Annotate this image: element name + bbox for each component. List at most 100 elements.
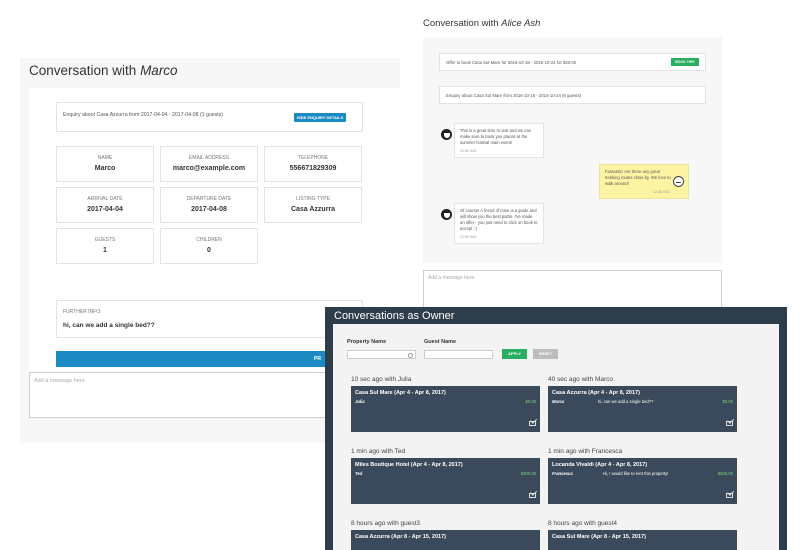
conversation-card[interactable]: Locanda Vivaldi (Apr 4 - Apr 8, 2017) Fr… <box>548 458 737 504</box>
field-value: 556671829309 <box>289 165 337 172</box>
field-value: 0 <box>207 247 211 254</box>
conversation-card[interactable]: Miles Boutique Hotel (Apr 4 - Apr 8, 201… <box>351 458 540 504</box>
message-bubble: This is a great time to visit and we can… <box>454 123 544 158</box>
info-listing-type: LISTING TYPE Casa Azzurra <box>264 187 362 223</box>
field-value: 1 <box>103 247 107 254</box>
guest-name-input[interactable] <box>424 350 493 359</box>
conversation-group-heading: 1 min ago with Francesca <box>548 448 623 455</box>
field-value: Marco <box>94 165 116 172</box>
booking-offer: Offer to book Casa Sul Mare for 2016-10-… <box>439 53 706 71</box>
info-guests: GUESTS 1 <box>56 228 154 264</box>
card-property: Locanda Vivaldi (Apr 4 - Apr 8, 2017) <box>552 462 648 468</box>
card-price: $0.00 <box>722 399 733 404</box>
message-text: Of course! A friend of mine is a guide a… <box>460 208 538 231</box>
card-guest: Julia <box>355 399 365 404</box>
guest-avatar-icon <box>673 176 684 187</box>
further-info-label: FURTHER INFO: <box>63 309 102 315</box>
apply-button[interactable]: APPLY <box>502 349 527 359</box>
owner-conversations-window: Conversations as Owner Property Name Gue… <box>325 307 787 550</box>
card-property: Casa Sul Mare (Apr 8 - Apr 15, 2017) <box>552 534 646 540</box>
enquiry-summary: Enquiry about Casa Azzurra from 2017-04-… <box>56 102 363 132</box>
further-info-value: hi, can we add a single bed?? <box>63 322 155 329</box>
conversation-card[interactable]: Casa Sul Mare (Apr 4 - Apr 8, 2017) Juli… <box>351 386 540 432</box>
conversation-group-heading: 1 min ago with Ted <box>351 448 406 455</box>
field-label: EMAIL ADDRESS <box>188 155 230 161</box>
field-label: TELEPHONE <box>297 155 329 161</box>
host-avatar-icon <box>441 209 452 220</box>
message-placeholder: Add a message here. <box>34 378 87 384</box>
enquiry-text: Enquiry about Casa Sul Mare from 2016-10… <box>446 93 582 98</box>
field-label: NAME <box>97 155 113 161</box>
further-info: FURTHER INFO: hi, can we add a single be… <box>56 300 363 338</box>
title-prefix: Conversation with <box>29 63 141 78</box>
card-guest: Marco <box>552 399 565 404</box>
info-name: NAME Marco <box>56 146 154 182</box>
conversation-group-heading: 40 sec ago with Marco <box>548 376 614 383</box>
guest-name-label: Guest Name <box>424 339 457 345</box>
page-title: Conversation with Marco <box>29 63 178 78</box>
conversation-card[interactable]: Casa Azzurra (Apr 4 - Apr 8, 2017) Marco… <box>548 386 737 432</box>
conversation-card[interactable]: Casa Sul Mare (Apr 8 - Apr 15, 2017) <box>548 530 737 550</box>
title-guest-name: Alice Ash <box>501 18 541 29</box>
window-title: Conversations as Owner <box>334 310 455 322</box>
card-guest: Francesca <box>552 471 573 476</box>
mail-icon[interactable] <box>726 493 733 498</box>
search-icon <box>408 352 413 358</box>
card-price: $600.00 <box>717 471 733 476</box>
reset-button[interactable]: RESET <box>533 349 558 359</box>
owner-conversations-content: Property Name Guest Name APPLY RESET 10 … <box>333 324 779 550</box>
message-placeholder: Add a message here. <box>428 275 476 281</box>
card-property: Casa Sul Mare (Apr 4 - Apr 8, 2017) <box>355 390 446 396</box>
conversation-card[interactable]: Casa Azzurra (Apr 8 - Apr 15, 2017) <box>351 530 540 550</box>
info-telephone: TELEPHONE 556671829309 <box>264 146 362 182</box>
page-title: Conversation with Alice Ash <box>423 18 540 29</box>
message-bubble-self: Fantastic! Are there any great trekking … <box>599 164 689 199</box>
info-arrival-date: ARRIVAL DATE 2017-04-04 <box>56 187 154 223</box>
card-guest: Ted <box>355 471 363 476</box>
field-value: 2017-04-08 <box>191 206 227 213</box>
field-value: Casa Azzurra <box>290 206 336 213</box>
title-guest-name: Marco <box>140 63 178 78</box>
host-avatar-icon <box>441 129 452 140</box>
card-message: hi, can we add a single bed?? <box>598 399 654 404</box>
title-prefix: Conversation with <box>423 18 502 29</box>
mail-icon[interactable] <box>529 421 536 426</box>
card-price: $300.00 <box>520 471 536 476</box>
conversation-group-heading: 10 sec ago with Julia <box>351 376 412 383</box>
message-input[interactable]: Add a message here. <box>423 270 722 310</box>
info-departure-date: DEPARTURE DATE 2017-04-08 <box>160 187 258 223</box>
property-name-label: Property Name <box>347 339 387 345</box>
info-children: CHILDREN 0 <box>160 228 258 264</box>
message-time: 12.08.2016 <box>460 235 477 239</box>
field-label: ARRIVAL DATE <box>87 196 123 202</box>
message-time: 12.08.2016 <box>460 149 477 153</box>
property-name-input[interactable] <box>347 350 416 359</box>
message-text: This is a great time to visit and we can… <box>460 128 531 145</box>
alice-conversation-panel: Conversation with Alice Ash Offer to boo… <box>418 14 722 310</box>
enquiry-text: Enquiry about Casa Azzurra from 2017-04-… <box>63 112 224 118</box>
offer-text: Offer to book Casa Sul Mare for 2016-10-… <box>446 60 577 65</box>
conversation-thread: Offer to book Casa Sul Mare for 2016-10-… <box>423 37 722 263</box>
message-time: 12.08.2016 <box>653 190 670 194</box>
conversation-group-heading: 8 hours ago with guest4 <box>548 520 618 527</box>
field-value: 2017-04-04 <box>87 206 123 213</box>
book-this-button[interactable]: BOOK THIS <box>671 58 699 66</box>
enquiry-summary: Enquiry about Casa Sul Mare from 2016-10… <box>439 86 706 104</box>
card-price: $0.00 <box>525 399 536 404</box>
card-message: Hi, I would like to rent this property! <box>603 471 669 476</box>
field-label: CHILDREN <box>196 237 222 243</box>
card-property: Casa Azzurra (Apr 4 - Apr 8, 2017) <box>552 390 640 396</box>
hide-enquiry-details-button[interactable]: HIDE ENQUIRY DETAILS <box>294 113 346 122</box>
mail-icon[interactable] <box>726 421 733 426</box>
field-label: DEPARTURE DATE <box>186 196 232 202</box>
field-label: LISTING TYPE <box>296 196 330 202</box>
card-property: Miles Boutique Hotel (Apr 4 - Apr 8, 201… <box>355 462 463 468</box>
field-label: GUESTS <box>94 237 116 243</box>
message-text: Fantastic! Are there any great trekking … <box>605 169 671 186</box>
mail-icon[interactable] <box>529 493 536 498</box>
card-property: Casa Azzurra (Apr 8 - Apr 15, 2017) <box>355 534 446 540</box>
conversation-group-heading: 8 hours ago with guest3 <box>351 520 421 527</box>
info-email: EMAIL ADDRESS marco@example.com <box>160 146 258 182</box>
message-bubble: Of course! A friend of mine is a guide a… <box>454 203 544 244</box>
field-value: marco@example.com <box>172 165 246 172</box>
